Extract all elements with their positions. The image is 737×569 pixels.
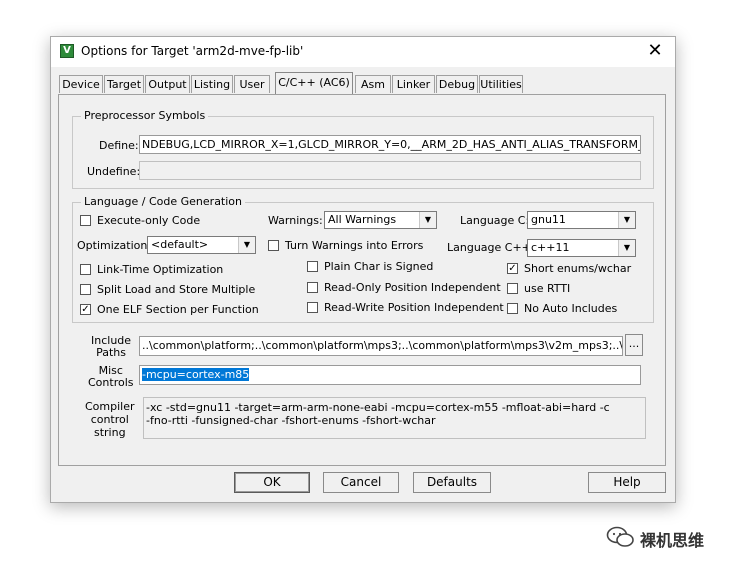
define-input[interactable]: NDEBUG,LCD_MIRROR_X=1,GLCD_MIRROR_Y=0,__… <box>139 135 641 154</box>
include-browse-button[interactable]: ... <box>625 334 643 356</box>
options-dialog: V Options for Target 'arm2d-mve-fp-lib' … <box>50 36 676 503</box>
tab-asm[interactable]: Asm <box>355 75 391 93</box>
optimization-select[interactable]: <default> ▼ <box>147 236 256 254</box>
define-label: Define: <box>99 139 139 152</box>
watermark-text: 裸机思维 <box>640 531 705 550</box>
help-button[interactable]: Help <box>588 472 666 493</box>
close-icon[interactable]: ✕ <box>643 40 667 62</box>
chevron-down-icon: ▼ <box>419 212 436 228</box>
tab-user[interactable]: User <box>234 75 270 93</box>
language-c-value: gnu11 <box>531 213 566 226</box>
use-rtti-checkbox[interactable] <box>507 283 518 294</box>
plain-char-checkbox[interactable] <box>307 261 318 272</box>
one-elf-label: One ELF Section per Function <box>97 303 259 316</box>
preprocessor-group: Preprocessor Symbols Define: NDEBUG,LCD_… <box>72 109 654 189</box>
wechat-logo-icon <box>606 526 634 547</box>
execute-only-checkbox[interactable] <box>80 215 91 226</box>
misc-label-line2: Controls <box>88 376 134 389</box>
include-paths-input[interactable]: ..\common\platform;..\common\platform\mp… <box>139 336 623 356</box>
language-c-label: Language C: <box>460 214 530 227</box>
warnings-value: All Warnings <box>328 213 397 226</box>
tab-target[interactable]: Target <box>104 75 144 93</box>
chevron-down-icon: ▼ <box>238 237 255 253</box>
turn-warnings-errors-label: Turn Warnings into Errors <box>285 239 424 252</box>
undefine-input[interactable] <box>139 161 641 180</box>
include-paths-label: Include Paths <box>91 335 131 359</box>
read-write-pi-checkbox[interactable] <box>307 302 318 313</box>
compiler-label-line3: string <box>93 426 126 439</box>
use-rtti-label: use RTTI <box>524 282 571 295</box>
split-load-checkbox[interactable] <box>80 284 91 295</box>
title-bar: V Options for Target 'arm2d-mve-fp-lib' … <box>51 37 675 67</box>
read-only-pi-checkbox[interactable] <box>307 282 318 293</box>
link-time-checkbox[interactable] <box>80 264 91 275</box>
link-time-label: Link-Time Optimization <box>97 263 224 276</box>
no-auto-includes-label: No Auto Includes <box>524 302 618 315</box>
undefine-label: Undefine: <box>87 165 141 178</box>
language-cpp-label: Language C++: <box>447 241 535 254</box>
cancel-button[interactable]: Cancel <box>323 472 399 493</box>
tab-listing[interactable]: Listing <box>191 75 233 93</box>
read-only-pi-label: Read-Only Position Independent <box>324 281 501 294</box>
compiler-label-line1: Compiler <box>85 400 135 413</box>
misc-controls-input[interactable]: -mcpu=cortex-m85 <box>139 365 641 385</box>
tab-debug[interactable]: Debug <box>436 75 478 93</box>
chevron-down-icon: ▼ <box>618 212 635 228</box>
tab-c-cpp-ac6[interactable]: C/C++ (AC6) <box>275 72 353 94</box>
compiler-string-line1: -xc -std=gnu11 -target=arm-arm-none-eabi… <box>146 401 610 414</box>
tab-output[interactable]: Output <box>145 75 190 93</box>
tab-linker[interactable]: Linker <box>392 75 435 93</box>
execute-only-label: Execute-only Code <box>97 214 201 227</box>
preprocessor-title: Preprocessor Symbols <box>81 109 209 122</box>
warnings-select[interactable]: All Warnings ▼ <box>324 211 437 229</box>
include-label-line2: Paths <box>96 346 126 359</box>
c-cpp-panel: Preprocessor Symbols Define: NDEBUG,LCD_… <box>58 94 666 466</box>
split-load-label: Split Load and Store Multiple <box>97 283 256 296</box>
language-title: Language / Code Generation <box>81 195 246 208</box>
language-group: Language / Code Generation Execute-only … <box>72 195 654 323</box>
one-elf-checkbox[interactable]: ✓ <box>80 304 91 315</box>
language-cpp-value: c++11 <box>531 241 570 254</box>
keil-uvision-icon: V <box>60 44 74 58</box>
defaults-button[interactable]: Defaults <box>413 472 491 493</box>
optimization-value: <default> <box>151 238 209 251</box>
chevron-down-icon: ▼ <box>618 240 635 256</box>
ok-button[interactable]: OK <box>234 472 310 493</box>
optimization-label: Optimization: <box>77 239 152 252</box>
window-title: Options for Target 'arm2d-mve-fp-lib' <box>81 44 304 58</box>
turn-warnings-errors-checkbox[interactable] <box>268 240 279 251</box>
compiler-string-line2: -fno-rtti -funsigned-char -fshort-enums … <box>146 414 436 427</box>
short-enums-label: Short enums/wchar <box>524 262 632 275</box>
language-c-select[interactable]: gnu11 ▼ <box>527 211 636 229</box>
read-write-pi-label: Read-Write Position Independent <box>324 301 504 314</box>
no-auto-includes-checkbox[interactable] <box>507 303 518 314</box>
short-enums-checkbox[interactable]: ✓ <box>507 263 518 274</box>
warnings-label: Warnings: <box>268 214 323 227</box>
compiler-control-label: Compiler control string <box>85 400 135 439</box>
tab-device[interactable]: Device <box>59 75 103 93</box>
misc-controls-value: -mcpu=cortex-m85 <box>142 368 250 381</box>
misc-controls-label: Misc Controls <box>88 365 134 389</box>
tab-utilities[interactable]: Utilities <box>479 75 523 93</box>
compiler-label-line2: control <box>90 413 129 426</box>
plain-char-label: Plain Char is Signed <box>324 260 434 273</box>
compiler-control-string: -xc -std=gnu11 -target=arm-arm-none-eabi… <box>143 397 646 439</box>
language-cpp-select[interactable]: c++11 ▼ <box>527 239 636 257</box>
